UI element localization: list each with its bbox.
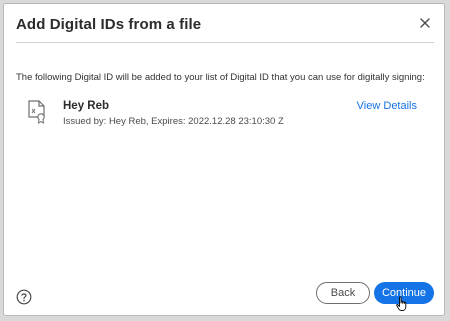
- help-icon[interactable]: [16, 289, 32, 305]
- dialog-title: Add Digital IDs from a file: [16, 16, 202, 33]
- close-icon: [420, 18, 430, 28]
- back-button[interactable]: Back: [316, 282, 370, 304]
- digital-id-issued-info: Issued by: Hey Reb, Expires: 2022.12.28 …: [63, 116, 284, 127]
- digital-id-name: Hey Reb: [63, 100, 110, 112]
- close-button[interactable]: [416, 14, 434, 32]
- view-details-link[interactable]: View Details: [357, 100, 417, 112]
- add-digital-ids-dialog: Add Digital IDs from a file The followin…: [3, 3, 445, 316]
- digital-id-entry: Hey Reb Issued by: Hey Reb, Expires: 202…: [27, 99, 417, 131]
- dialog-description: The following Digital ID will be added t…: [16, 72, 425, 83]
- title-divider: [16, 42, 434, 43]
- certificate-icon: [28, 100, 45, 124]
- hand-cursor-icon: [396, 296, 407, 311]
